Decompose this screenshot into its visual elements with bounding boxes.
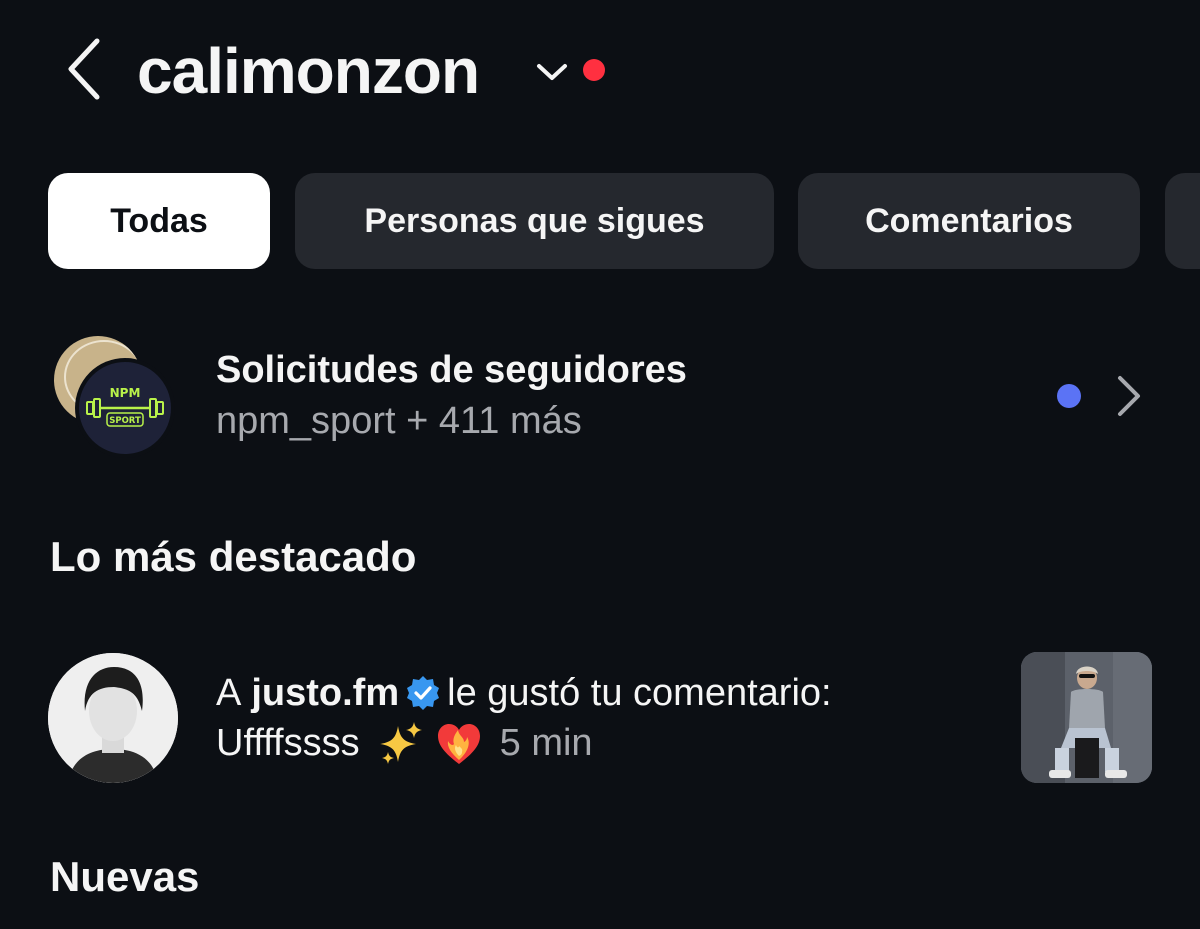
- chevron-down-icon[interactable]: [534, 58, 570, 86]
- notification-alert-dot: [583, 59, 605, 81]
- npm-sport-logo: NPM SPORT: [86, 386, 164, 427]
- user-photo: [48, 653, 178, 783]
- notification-timestamp: 5 min: [499, 722, 593, 764]
- tab-partial[interactable]: [1165, 173, 1200, 269]
- tab-label: Comentarios: [865, 201, 1073, 240]
- tab-todas[interactable]: Todas: [48, 173, 270, 269]
- heart-on-fire-emoji-icon: [437, 724, 480, 764]
- avatar[interactable]: [48, 653, 178, 783]
- tab-label: Todas: [110, 201, 208, 240]
- section-title-highlights: Lo más destacado: [50, 533, 417, 580]
- follow-requests-subtitle: npm_sport + 411 más: [216, 400, 582, 442]
- tab-comentarios[interactable]: Comentarios: [798, 173, 1140, 269]
- chevron-right-icon: [1118, 376, 1140, 416]
- account-username[interactable]: calimonzon: [137, 34, 480, 108]
- tab-label: Personas que sigues: [364, 201, 705, 240]
- svg-text:NPM: NPM: [110, 386, 141, 400]
- tab-personas-que-sigues[interactable]: Personas que sigues: [295, 173, 774, 269]
- section-title-new: Nuevas: [50, 853, 200, 900]
- chevron-left-icon: [68, 38, 100, 100]
- notification-comment: Uffffssss: [216, 722, 360, 764]
- unread-dot: [1057, 384, 1081, 408]
- notification-item[interactable]: [0, 640, 1200, 800]
- notification-text-line1: A justo.fm le gustó tu comentario:: [216, 667, 832, 719]
- notification-action: le gustó tu comentario:: [447, 672, 832, 714]
- npm-sport-avatar: NPM SPORT: [75, 358, 175, 458]
- svg-text:SPORT: SPORT: [109, 416, 141, 426]
- post-thumbnail[interactable]: [1021, 652, 1152, 783]
- verified-badge-icon: [407, 676, 440, 710]
- notification-prefix: A: [216, 672, 242, 714]
- post-photo: [1021, 652, 1152, 783]
- back-button[interactable]: [58, 36, 108, 102]
- notification-text-line2: Uffffssss 5 min: [216, 717, 593, 769]
- sparkles-emoji-icon: [379, 722, 422, 764]
- follow-requests-title: Solicitudes de seguidores: [216, 349, 687, 391]
- notification-username[interactable]: justo.fm: [251, 667, 399, 719]
